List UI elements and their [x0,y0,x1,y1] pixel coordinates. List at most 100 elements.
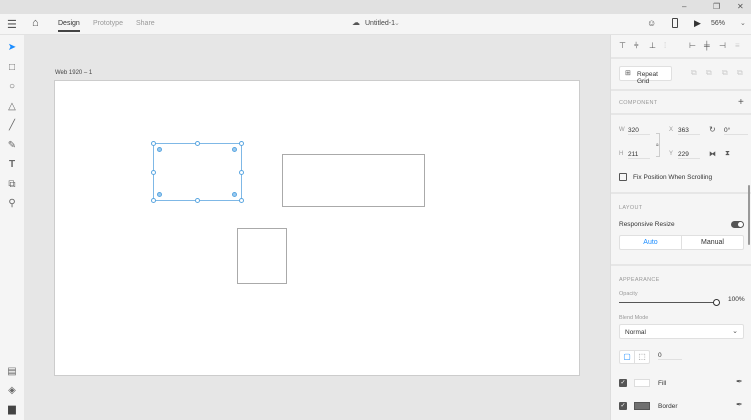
fill-label: Fill [658,380,667,387]
repeat-grid-label: Repeat Grid [637,71,658,85]
blend-mode-label: Blend Mode [619,315,649,321]
zoom-chevron-icon[interactable]: ⌄ [740,19,746,27]
text-tool-icon[interactable]: T [5,157,19,171]
corner-radius-handle[interactable] [232,147,237,152]
add-component-icon[interactable]: + [738,97,744,108]
per-corner-radius-icon[interactable]: ⬚ [635,351,649,363]
fill-checkbox[interactable]: ✓ [619,379,627,387]
chevron-down-icon[interactable]: ⌄ [394,19,400,27]
selected-rectangle[interactable] [153,143,242,201]
boolean-exclude-icon[interactable]: ⧉ [737,68,743,78]
corner-radius-handle[interactable] [157,192,162,197]
flip-vertical-icon[interactable]: ⧗ [725,150,730,158]
tab-share[interactable]: Share [136,20,155,27]
resize-handle[interactable] [239,198,244,203]
manual-button[interactable]: Manual [682,236,743,249]
rectangle-shape[interactable] [237,228,287,284]
opacity-slider-thumb[interactable] [713,299,720,306]
rectangle-shape[interactable] [282,154,425,207]
boolean-subtract-icon[interactable]: ⧉ [706,68,712,78]
responsive-resize-label: Responsive Resize [619,221,675,228]
distribute-horizontal-icon[interactable]: ≡ [735,41,740,50]
fill-color-swatch[interactable] [634,379,650,387]
align-bottom-icon[interactable]: ⊥ [649,41,656,50]
corner-radius-handle[interactable] [157,147,162,152]
lock-aspect-icon[interactable]: 🔒︎ [656,142,659,148]
ellipse-tool-icon[interactable]: ○ [5,79,19,93]
maximize-button[interactable]: ❐ [713,2,720,11]
close-button[interactable]: ✕ [737,2,744,11]
resize-handle[interactable] [195,198,200,203]
align-middle-icon[interactable]: ⫩ [634,41,639,51]
layers-icon[interactable]: ◈ [5,383,19,397]
zoom-tool-icon[interactable]: ⚲ [5,196,19,210]
blend-mode-dropdown[interactable]: Normal ⌄ [619,324,744,339]
boolean-intersect-icon[interactable]: ⧉ [722,68,728,78]
resize-handle[interactable] [195,141,200,146]
minimize-button[interactable]: – [682,2,686,11]
radius-mode-toggle: ▢ ⬚ [619,350,650,364]
auto-button[interactable]: Auto [620,236,682,249]
resize-mode-segmented: Auto Manual [619,235,744,250]
blend-mode-value: Normal [625,329,646,336]
x-input[interactable]: 363 [678,127,700,135]
repeat-grid-icon: ⊞ [625,70,631,77]
rotation-input[interactable]: 0° [724,127,748,135]
height-input[interactable]: 211 [628,151,650,159]
pen-tool-icon[interactable]: ✎ [5,138,19,152]
width-label: W [619,127,625,133]
x-label: X [669,127,674,133]
opacity-input[interactable]: 100% [728,296,745,303]
border-checkbox[interactable]: ✓ [619,402,627,410]
line-tool-icon[interactable]: ╱ [5,118,19,132]
resize-handle[interactable] [151,170,156,175]
document-title[interactable]: Untitled-1 [365,20,395,27]
device-preview-icon[interactable] [672,18,678,28]
rectangle-tool-icon[interactable]: □ [5,60,19,74]
polygon-tool-icon[interactable]: △ [5,99,19,113]
artboard-tool-icon[interactable]: ⧉ [5,177,19,191]
cloud-icon: ☁ [352,18,360,27]
flip-horizontal-icon[interactable]: ⧓ [709,150,716,158]
repeat-grid-button[interactable]: ⊞ Repeat Grid [619,66,672,85]
eyedropper-icon[interactable]: ✒ [736,377,743,386]
appearance-header: APPEARANCE [619,277,660,283]
resize-handle[interactable] [239,141,244,146]
chevron-down-icon: ⌄ [732,328,738,335]
home-icon[interactable]: ⌂ [32,17,39,29]
uniform-radius-icon[interactable]: ▢ [620,351,635,363]
corner-radius-handle[interactable] [232,192,237,197]
opacity-slider-track[interactable] [619,302,717,303]
tab-prototype[interactable]: Prototype [93,20,123,27]
select-tool-icon[interactable]: ➤ [5,40,19,54]
play-icon[interactable]: ▶ [694,18,701,29]
eyedropper-icon[interactable]: ✒ [736,400,743,409]
responsive-resize-toggle[interactable] [731,221,744,228]
artboard[interactable] [54,80,580,376]
zoom-level[interactable]: 56% [711,20,725,27]
border-color-swatch[interactable] [634,402,650,410]
boolean-add-icon[interactable]: ⧉ [691,68,697,78]
align-right-icon[interactable]: ⊣ [719,41,726,50]
resize-handle[interactable] [151,198,156,203]
width-input[interactable]: 320 [628,127,650,135]
resize-handle[interactable] [151,141,156,146]
fix-position-checkbox[interactable] [619,173,627,181]
tool-bar: ➤ □ ○ △ ╱ ✎ T ⧉ ⚲ ▤ ◈ ▆ [0,35,24,420]
plugins-icon[interactable]: ▆ [5,402,19,416]
distribute-vertical-icon[interactable]: ⁞ [664,41,666,50]
corner-radius-input[interactable]: 0 [658,352,682,360]
user-icon[interactable]: ☺ [647,18,656,28]
align-top-icon[interactable]: ⊤ [619,41,626,50]
hamburger-menu-icon[interactable]: ☰ [7,18,17,31]
tab-design[interactable]: Design [58,20,80,32]
appearance-section: APPEARANCE Opacity 100% Blend Mode Norma… [611,266,751,420]
panel-scrollbar[interactable] [748,185,750,245]
artboard-label[interactable]: Web 1920 – 1 [55,70,92,76]
fix-position-label: Fix Position When Scrolling [633,174,713,181]
align-left-icon[interactable]: ⊢ [689,41,696,50]
align-center-icon[interactable]: ╪ [704,41,710,50]
assets-icon[interactable]: ▤ [5,364,19,378]
resize-handle[interactable] [239,170,244,175]
y-input[interactable]: 229 [678,151,700,159]
